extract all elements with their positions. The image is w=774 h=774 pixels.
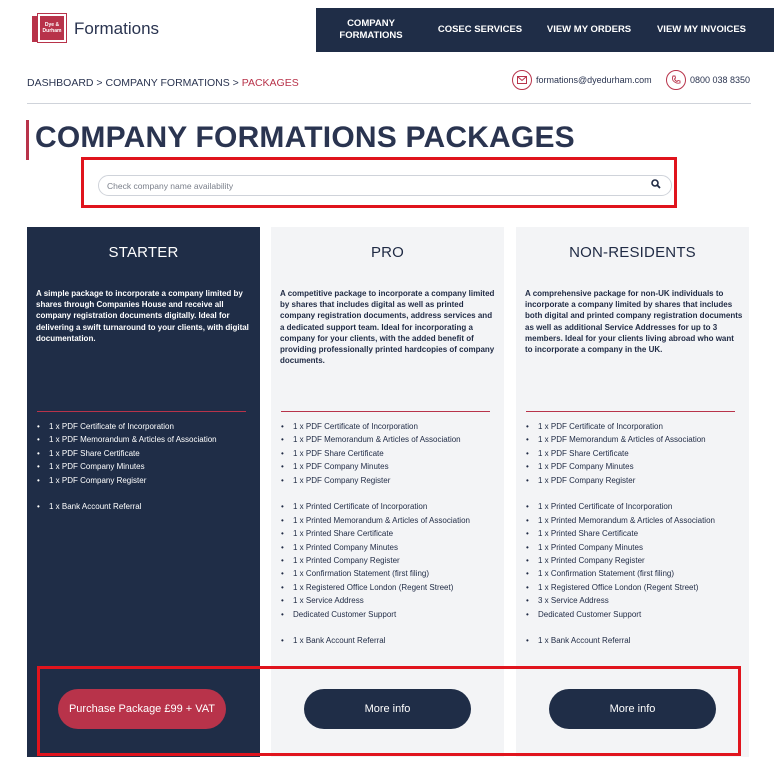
- feature-item: 1 x Printed Certificate of Incorporation: [281, 500, 501, 514]
- nav-company-formations[interactable]: COMPANY FORMATIONS: [316, 18, 426, 42]
- breadcrumb-company-formations[interactable]: COMPANY FORMATIONS: [105, 77, 229, 89]
- feature-item: 1 x PDF Company Minutes: [37, 460, 257, 474]
- feature-item: 1 x PDF Company Minutes: [526, 460, 746, 474]
- feature-item: 1 x PDF Share Certificate: [37, 447, 257, 461]
- contact-email[interactable]: formations@dyedurham.com: [512, 70, 652, 90]
- page-title: COMPANY FORMATIONS PACKAGES: [35, 121, 575, 154]
- feature-item: 1 x PDF Company Register: [281, 474, 501, 488]
- package-features: 1 x PDF Certificate of Incorporation 1 x…: [526, 420, 746, 648]
- nav-view-my-orders[interactable]: VIEW MY ORDERS: [534, 24, 644, 36]
- feature-item: 1 x Bank Account Referral: [37, 500, 257, 514]
- breadcrumb-dashboard[interactable]: DASHBOARD: [27, 77, 94, 89]
- breadcrumb-separator: >: [93, 77, 106, 89]
- nav-view-my-invoices[interactable]: VIEW MY INVOICES: [644, 24, 759, 36]
- nav-label: COMPANY FORMATIONS: [339, 18, 403, 41]
- page-title-wrap: COMPANY FORMATIONS PACKAGES: [26, 120, 575, 160]
- package-features: 1 x PDF Certificate of Incorporation 1 x…: [281, 420, 501, 648]
- logo-mark-icon: Dye & Durham: [32, 13, 67, 44]
- purchase-package-button[interactable]: Purchase Package £99 + VAT: [58, 689, 226, 729]
- feature-item: Dedicated Customer Support: [281, 608, 501, 622]
- feature-item: 1 x Printed Memorandum & Articles of Ass…: [526, 514, 746, 528]
- feature-item: 1 x PDF Memorandum & Articles of Associa…: [37, 433, 257, 447]
- feature-item: 1 x PDF Company Register: [526, 474, 746, 488]
- feature-item: 1 x Printed Company Register: [526, 554, 746, 568]
- feature-gap: [281, 621, 501, 634]
- feature-gap: [526, 487, 746, 500]
- contact-phone[interactable]: 0800 038 8350: [666, 70, 750, 90]
- feature-item: 1 x Confirmation Statement (first filing…: [281, 567, 501, 581]
- feature-item: 1 x Printed Company Register: [281, 554, 501, 568]
- feature-item: 1 x Registered Office London (Regent Str…: [281, 581, 501, 595]
- search-input[interactable]: [107, 178, 627, 193]
- package-card-starter: STARTER A simple package to incorporate …: [27, 227, 260, 757]
- feature-item: 1 x PDF Certificate of Incorporation: [37, 420, 257, 434]
- feature-item: 1 x PDF Company Register: [37, 474, 257, 488]
- feature-item: 1 x PDF Share Certificate: [526, 447, 746, 461]
- package-title: NON-RESIDENTS: [569, 244, 696, 261]
- package-title: STARTER: [108, 244, 179, 261]
- breadcrumb-separator: >: [229, 77, 242, 89]
- feature-item: 1 x PDF Company Minutes: [281, 460, 501, 474]
- package-description: A simple package to incorporate a compan…: [36, 289, 249, 343]
- feature-item: 1 x Bank Account Referral: [281, 634, 501, 648]
- logo-text: Formations: [74, 19, 160, 38]
- feature-item: 1 x Confirmation Statement (first filing…: [526, 567, 746, 581]
- more-info-button[interactable]: More info: [549, 689, 716, 729]
- feature-item: 1 x PDF Share Certificate: [281, 447, 501, 461]
- package-card-non-residents: NON-RESIDENTS A comprehensive package fo…: [516, 227, 749, 757]
- feature-item: 1 x Printed Company Minutes: [526, 541, 746, 555]
- package-divider: [37, 411, 246, 412]
- breadcrumb: DASHBOARD > COMPANY FORMATIONS > PACKAGE…: [27, 77, 299, 89]
- top-bar: Dye & Durham Formations COMPANY FORMATION…: [0, 0, 774, 60]
- nav-label: VIEW MY ORDERS: [546, 24, 632, 35]
- breadcrumb-current: PACKAGES: [241, 77, 299, 89]
- contact-email-text: formations@dyedurham.com: [536, 75, 652, 85]
- feature-item: 1 x Printed Certificate of Incorporation: [526, 500, 746, 514]
- package-title: PRO: [370, 244, 405, 261]
- mail-icon: [512, 70, 532, 90]
- feature-item: 1 x Printed Memorandum & Articles of Ass…: [281, 514, 501, 528]
- feature-item: 1 x Printed Share Certificate: [281, 527, 501, 541]
- package-description: A competitive package to incorporate a c…: [280, 289, 495, 366]
- feature-item: 1 x PDF Memorandum & Articles of Associa…: [281, 433, 501, 447]
- feature-item: Dedicated Customer Support: [526, 608, 746, 622]
- feature-item: 1 x Registered Office London (Regent Str…: [526, 581, 746, 595]
- package-description: A comprehensive package for non-UK indiv…: [525, 289, 743, 355]
- feature-item: 1 x PDF Memorandum & Articles of Associa…: [526, 433, 746, 447]
- company-name-search: [98, 175, 672, 196]
- nav-cosec-services[interactable]: COSEC SERVICES: [426, 24, 534, 36]
- contact-phone-text: 0800 038 8350: [690, 75, 751, 85]
- feature-gap: [281, 487, 501, 500]
- package-features: 1 x PDF Certificate of Incorporation 1 x…: [37, 420, 257, 514]
- logo[interactable]: Dye & Durham Formations: [32, 13, 160, 44]
- phone-icon: [666, 70, 686, 90]
- feature-item: 1 x Printed Share Certificate: [526, 527, 746, 541]
- feature-item: 1 x PDF Certificate of Incorporation: [281, 420, 501, 434]
- feature-item: 1 x Service Address: [281, 594, 501, 608]
- main-nav: COMPANY FORMATIONS COSEC SERVICES VIEW M…: [316, 8, 774, 52]
- feature-item: 1 x Bank Account Referral: [526, 634, 746, 648]
- feature-item: 1 x Printed Company Minutes: [281, 541, 501, 555]
- more-info-button[interactable]: More info: [304, 689, 471, 729]
- nav-label: COSEC SERVICES: [437, 24, 523, 35]
- package-divider: [526, 411, 735, 412]
- package-divider: [281, 411, 490, 412]
- header-divider: [27, 103, 751, 104]
- feature-item: 3 x Service Address: [526, 594, 746, 608]
- feature-gap: [37, 487, 257, 500]
- nav-label: VIEW MY INVOICES: [656, 24, 747, 35]
- feature-gap: [526, 621, 746, 634]
- package-card-pro: PRO A competitive package to incorporate…: [271, 227, 504, 757]
- search-icon[interactable]: [651, 179, 661, 192]
- feature-item: 1 x PDF Certificate of Incorporation: [526, 420, 746, 434]
